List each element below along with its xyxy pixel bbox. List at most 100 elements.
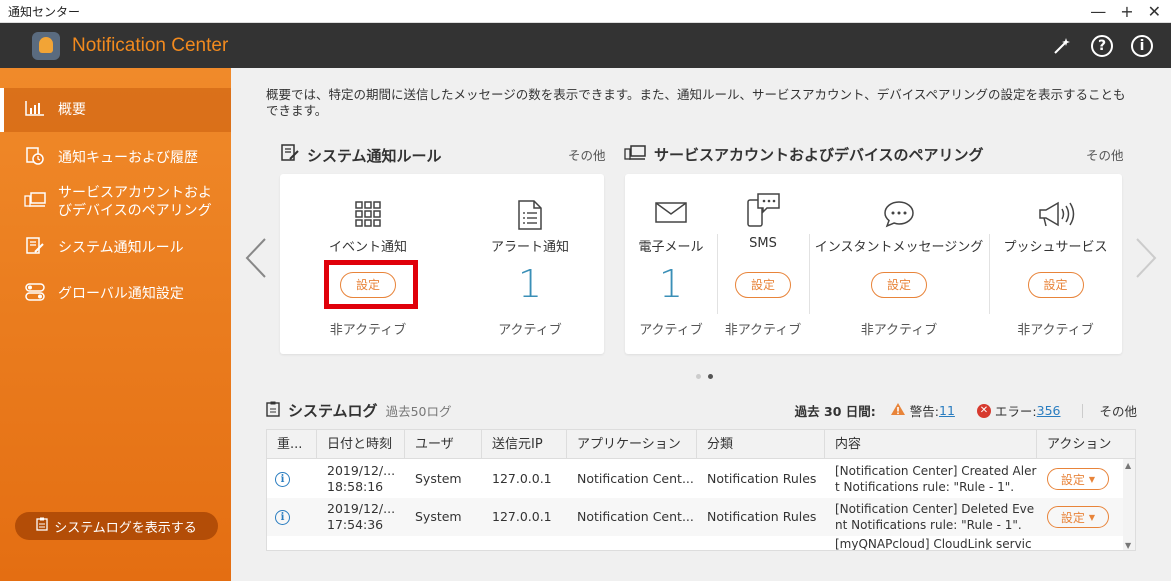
sidebar-item-global-settings[interactable]: グローバル通知設定 [0, 274, 231, 314]
header-toolbar: ? i [1051, 23, 1153, 68]
clipboard-icon [266, 401, 280, 421]
table-row[interactable]: i 2019/12/... 17:54:36 System 127.0.0.1 … [267, 498, 1125, 536]
row-settings-button[interactable]: 設定 ▼ [1047, 506, 1109, 528]
table-scrollbar[interactable]: ▲ ▼ [1123, 459, 1135, 550]
row-settings-button[interactable]: 設定 ▼ [1047, 468, 1109, 490]
chart-icon [24, 100, 46, 120]
info-icon[interactable]: i [1131, 34, 1153, 57]
sidebar-item-label: 通知キューおよび履歴 [58, 150, 198, 166]
datetime-cell: 2019/12/... 17:54:36 [317, 501, 405, 533]
sidebar-item-overview[interactable]: 概要 [0, 88, 231, 132]
content-cell: [Notification Center] Created Alert Noti… [835, 464, 1037, 494]
column-header-datetime[interactable]: 日付と時刻 [317, 430, 405, 459]
sidebar-item-queue-history[interactable]: 通知キューおよび履歴 [0, 136, 231, 180]
grid-icon [280, 200, 456, 235]
category-cell: Notification Rules [707, 509, 817, 524]
pairing-section-title: サービスアカウントおよびデバイスのペアリング [624, 144, 984, 165]
email-column: 電子メール 1 アクティブ [625, 174, 717, 354]
push-service-column: プッシュサービス 設定 非アクティブ [989, 174, 1122, 354]
sidebar-item-label: サービスアカウントおよびデバイスのペアリング [58, 185, 212, 219]
content-cell: [myQNAPcloud] CloudLink servic [835, 537, 1032, 551]
magic-wand-icon[interactable] [1051, 35, 1073, 57]
info-icon: i [275, 510, 290, 525]
window-title: 通知センター [8, 4, 81, 19]
user-cell: System [415, 471, 462, 486]
devices-icon [624, 144, 646, 165]
chat-bubble-icon [809, 200, 989, 235]
alert-notification-status: アクティブ [498, 323, 562, 338]
push-service-settings-button[interactable]: 設定 [1027, 272, 1084, 298]
toggle-icon [24, 283, 46, 305]
column-header-category[interactable]: 分類 [697, 430, 825, 459]
warning-count-link[interactable]: 11 [939, 403, 955, 418]
date-text: 2019/12/... [327, 463, 396, 478]
warning-label: 警告: [909, 404, 939, 419]
carousel-dots [696, 374, 713, 379]
email-count[interactable]: 1 [625, 262, 717, 306]
sidebar: 概要 通知キューおよび履歴 サービスアカウントおよびデバイスのペアリング システ… [0, 68, 231, 581]
sidebar-item-accounts-pairing[interactable]: サービスアカウントおよびデバイスのペアリング [0, 182, 231, 222]
category-cell: Notification Rules [707, 471, 817, 486]
error-count-link[interactable]: 356 [1037, 403, 1061, 418]
view-system-log-label: システムログを表示する [54, 520, 197, 536]
column-header-severity[interactable]: 重... [267, 430, 317, 459]
close-button[interactable]: ✕ [1148, 2, 1161, 21]
pairing-more-link[interactable]: その他 [1086, 145, 1124, 164]
alert-notification-label: アラート通知 [490, 240, 569, 255]
view-system-log-button[interactable]: システムログを表示する [15, 512, 218, 540]
carousel-dot[interactable] [696, 374, 701, 379]
rules-more-link[interactable]: その他 [568, 145, 606, 164]
alert-notification-count[interactable]: 1 [456, 262, 604, 306]
time-text: 17:54:36 [327, 517, 384, 532]
carousel-next-arrow[interactable] [1133, 236, 1159, 291]
table-header: 重... 日付と時刻 ユーザ 送信元IP アプリケーション 分類 内容 アクショ… [267, 430, 1135, 459]
minimize-button[interactable]: — [1090, 2, 1106, 21]
event-notification-status: 非アクティブ [329, 323, 407, 338]
caret-down-icon: ▼ [1088, 474, 1096, 484]
log-summary: 過去 30 日間: 警告: 11 ✕ エラー: 356 その他 [795, 401, 1137, 420]
rules-title-text: システム通知ルール [307, 146, 442, 165]
application-cell: Notification Cent... [577, 509, 694, 524]
action-cell: 設定 ▼ [1037, 468, 1125, 490]
carousel-dot-active[interactable] [708, 374, 713, 379]
instant-messaging-settings-button[interactable]: 設定 [871, 272, 927, 298]
notification-center-logo-icon [32, 31, 60, 60]
column-header-content[interactable]: 内容 [825, 430, 1037, 459]
error-label: エラー: [994, 404, 1037, 419]
divider [1082, 403, 1084, 418]
window-controls: — + ✕ [1090, 0, 1161, 23]
carousel-prev-arrow[interactable] [243, 236, 269, 291]
severity-cell: i [267, 471, 317, 487]
scroll-down-icon[interactable]: ▼ [1125, 541, 1131, 550]
ip-cell: 127.0.0.1 [492, 509, 552, 524]
sms-status: 非アクティブ [724, 323, 802, 338]
rules-icon [24, 237, 46, 259]
instant-messaging-column: インスタントメッセージング 設定 非アクティブ [809, 174, 989, 354]
application-cell: Notification Cent... [577, 471, 694, 486]
pairing-title-text: サービスアカウントおよびデバイスのペアリング [654, 146, 984, 164]
table-row[interactable]: i 2019/12/... 18:58:16 System 127.0.0.1 … [267, 460, 1125, 498]
sms-settings-button[interactable]: 設定 [735, 272, 791, 298]
maximize-button[interactable]: + [1120, 2, 1133, 21]
system-log-subtitle: 過去50ログ [385, 404, 452, 419]
sidebar-item-system-rules[interactable]: システム通知ルール [0, 228, 231, 268]
help-icon[interactable]: ? [1091, 34, 1113, 57]
log-more-link[interactable]: その他 [1099, 401, 1137, 420]
column-header-action[interactable]: アクション [1037, 430, 1135, 459]
ip-cell: 127.0.0.1 [492, 471, 552, 486]
scroll-up-icon[interactable]: ▲ [1125, 461, 1131, 470]
datetime-cell: 2019/12/... 18:58:16 [317, 463, 405, 495]
table-row-partial[interactable]: [myQNAPcloud] CloudLink servic [267, 536, 1125, 551]
error-icon: ✕ [976, 403, 991, 418]
sidebar-item-label: グローバル通知設定 [58, 286, 184, 302]
column-header-source-ip[interactable]: 送信元IP [482, 430, 567, 459]
app-header: Notification Center ? i [0, 23, 1171, 68]
overview-description: 概要では、特定の期間に送信したメッセージの数を表示できます。また、通知ルール、サ… [266, 87, 1126, 118]
column-header-application[interactable]: アプリケーション [567, 430, 697, 459]
document-list-icon [456, 200, 604, 237]
system-log-table: 重... 日付と時刻 ユーザ 送信元IP アプリケーション 分類 内容 アクショ… [266, 429, 1136, 551]
history-icon [24, 147, 46, 169]
phone-message-icon [717, 192, 809, 235]
column-header-user[interactable]: ユーザ [405, 430, 482, 459]
instant-messaging-label: インスタントメッセージング [814, 240, 984, 255]
